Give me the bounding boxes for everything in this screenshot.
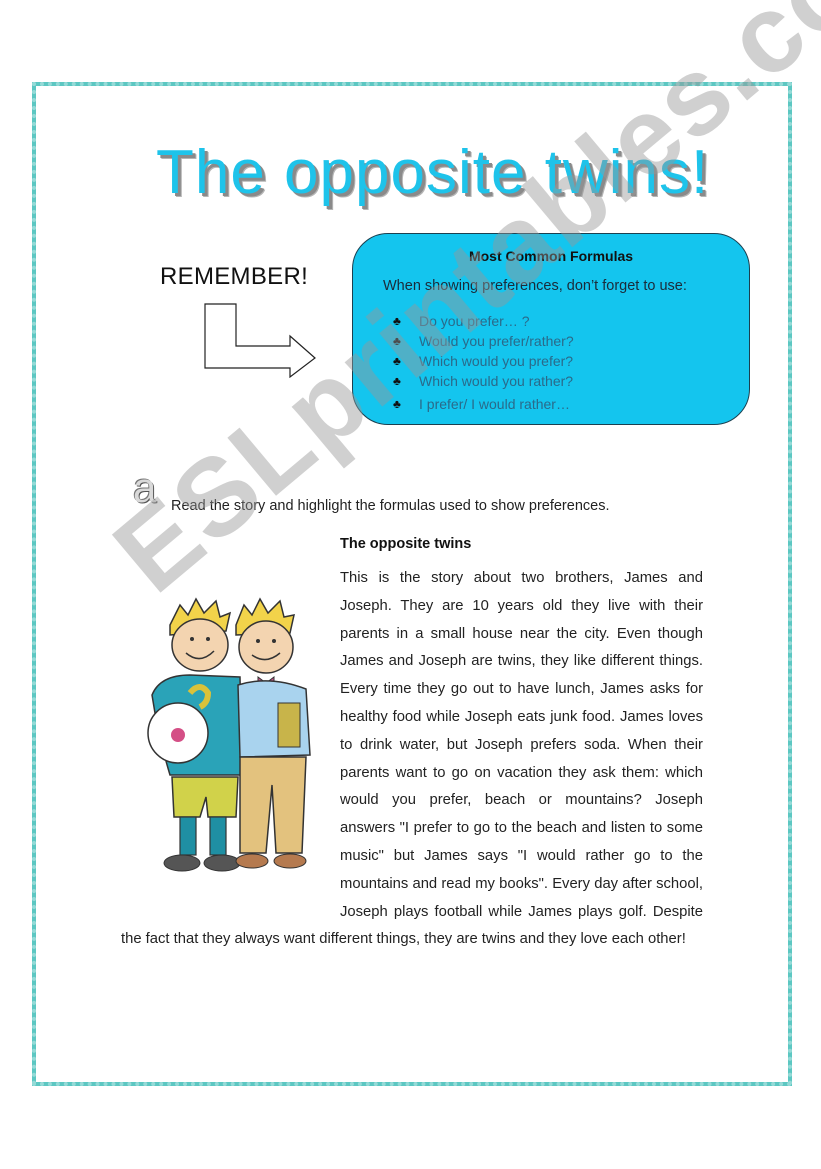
formula-item: ♣ Which would you prefer?	[393, 353, 574, 369]
formulas-heading: Most Common Formulas	[468, 248, 634, 264]
formula-item: ♣ Do you prefer… ?	[393, 313, 530, 329]
formulas-box: Most Common Formulas When showing prefer…	[352, 233, 750, 425]
club-icon: ♣	[393, 354, 401, 368]
worksheet-title: The opposite twins!	[156, 138, 710, 207]
formulas-list: ♣ Do you prefer… ? ♣ Would you prefer/rath…	[393, 311, 574, 414]
club-icon: ♣	[393, 397, 401, 411]
twin-boys-illustration	[147, 597, 311, 872]
formulas-intro: When showing preferences, don’t forget t…	[383, 278, 687, 294]
soccer-boy	[147, 597, 243, 872]
formula-item: ♣ I prefer/ I would rather…	[393, 396, 570, 412]
club-icon: ♣	[393, 314, 401, 328]
formula-item: ♣ Would you prefer/rather?	[393, 333, 574, 349]
exercise-instruction: Read the story and highlight the formula…	[171, 498, 610, 514]
bent-arrow-right-icon	[204, 303, 316, 378]
club-icon: ♣	[393, 374, 401, 388]
exercise-letter: a	[133, 464, 157, 511]
book-boy	[235, 597, 311, 869]
remember-label: REMEMBER!	[160, 263, 309, 290]
story-title: The opposite twins	[340, 536, 472, 552]
club-icon: ♣	[393, 334, 401, 348]
formula-item: ♣ Which would you rather?	[393, 373, 574, 389]
